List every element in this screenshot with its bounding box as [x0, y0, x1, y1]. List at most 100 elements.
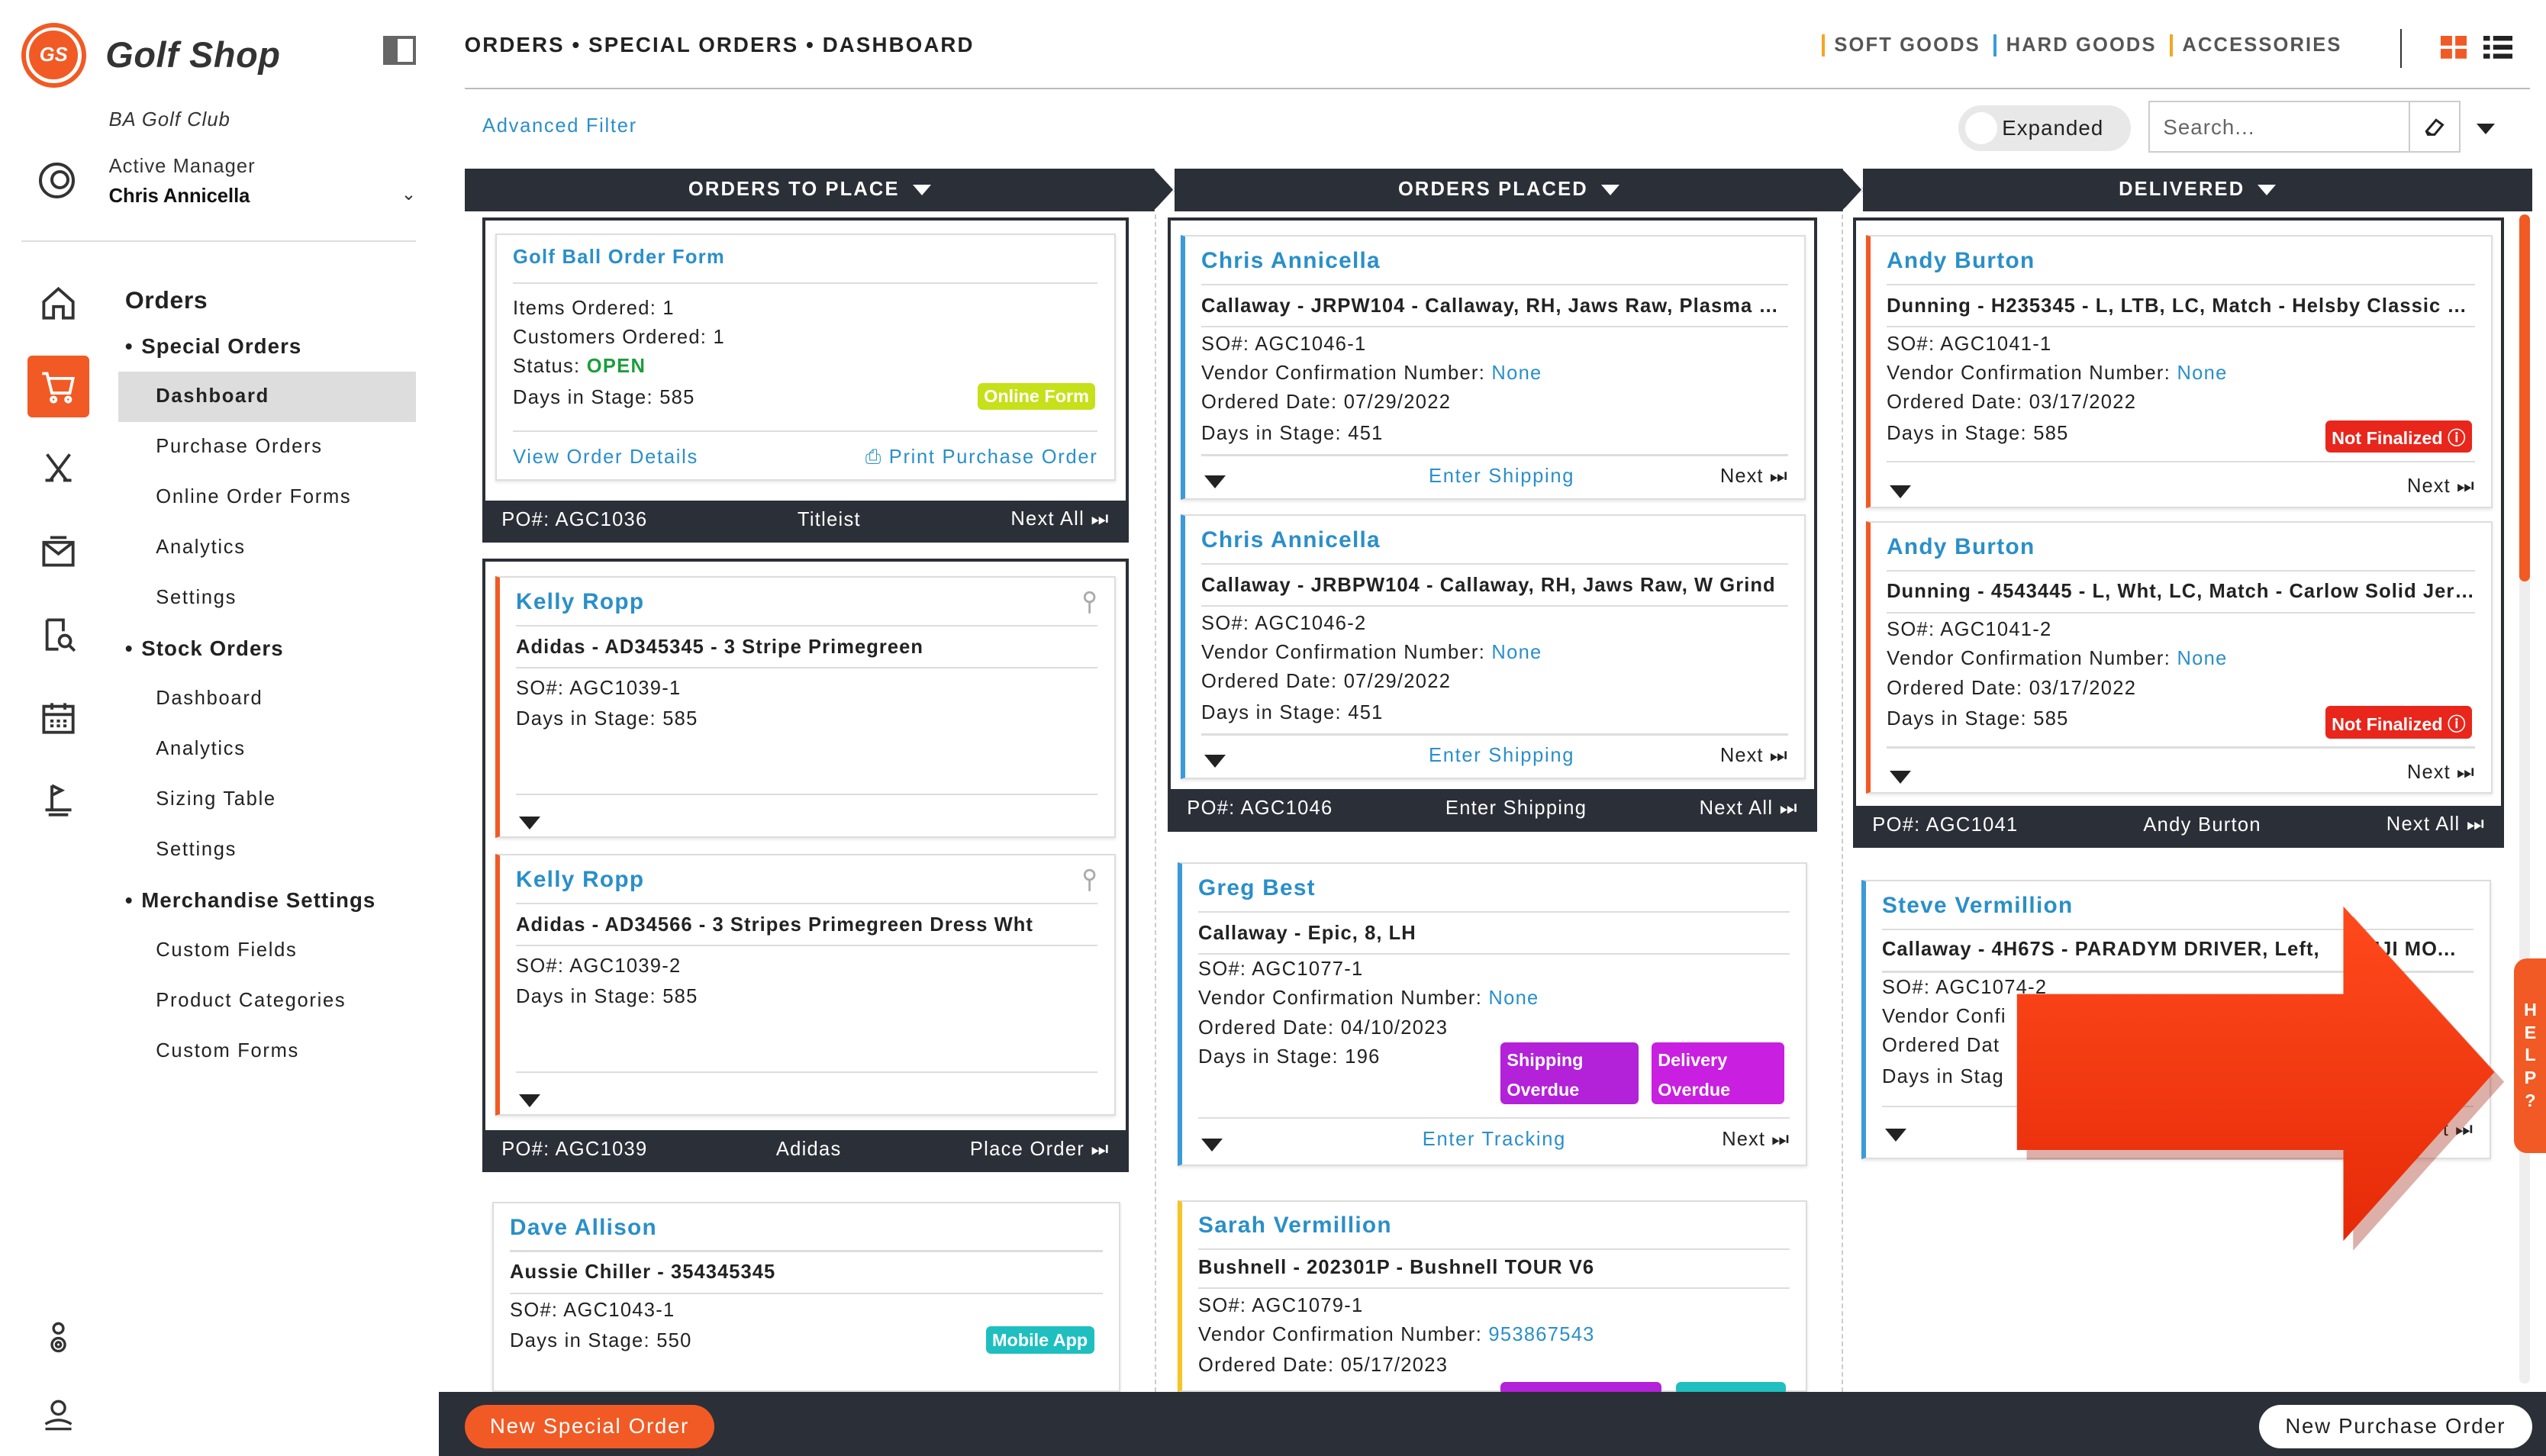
- vcn-value[interactable]: None: [1491, 362, 1542, 384]
- customer-name[interactable]: Chris Annicella: [1201, 527, 1381, 553]
- next-all-button[interactable]: Next All ⏭: [1700, 797, 1798, 820]
- help-tab[interactable]: H E L P ?: [2514, 958, 2546, 1153]
- order-card[interactable]: Andy Burton Dunning - H235345 - L, LTB, …: [1865, 235, 2493, 508]
- days-in-stage: Days in Stage: 550: [510, 1330, 692, 1352]
- nav-item-stock-analytics[interactable]: Analytics: [118, 724, 415, 775]
- vendor-confirmation: Vendor Confirmation Number: None: [1201, 359, 1542, 388]
- next-button[interactable]: Next ⏭: [1720, 465, 1788, 488]
- next-button[interactable]: Next ⏭: [1720, 745, 1788, 768]
- order-card[interactable]: Chris Annicella Callaway - JRBPW104 - Ca…: [1180, 514, 1806, 780]
- scrollbar-thumb[interactable]: [2519, 214, 2531, 581]
- grid-view-icon[interactable]: [2441, 35, 2467, 59]
- order-card[interactable]: Greg Best Callaway - Epic, 8, LH SO#: AG…: [1177, 862, 1808, 1166]
- nav-item-sizing-table[interactable]: Sizing Table: [118, 775, 415, 825]
- category-hard-goods[interactable]: HARD GOODS: [1993, 34, 2167, 56]
- next-button[interactable]: Next ⏭: [2407, 762, 2475, 784]
- expanded-toggle[interactable]: Expanded: [1958, 105, 2131, 151]
- column-header-orders-placed[interactable]: ORDERS PLACED: [1174, 169, 1844, 211]
- order-card[interactable]: Kelly Ropp Adidas - AD34566 - 3 Stripes …: [495, 854, 1116, 1116]
- expand-icon[interactable]: [1885, 1128, 1907, 1142]
- next-button[interactable]: Next ⏭: [1722, 1129, 1790, 1152]
- rail-clubs[interactable]: [27, 439, 89, 501]
- nav-item-special-settings[interactable]: Settings: [118, 573, 415, 623]
- customer-name[interactable]: Andy Burton: [1887, 248, 2035, 274]
- nav-item-stock-settings[interactable]: Settings: [118, 825, 415, 875]
- new-purchase-order-button[interactable]: New Purchase Order: [2259, 1404, 2532, 1449]
- expand-icon[interactable]: [1890, 771, 1912, 784]
- view-order-details-link[interactable]: View Order Details: [513, 446, 698, 469]
- next-all-button[interactable]: Next All ⏭: [1010, 508, 1109, 531]
- profile-icon[interactable]: [39, 1396, 78, 1435]
- rail-home[interactable]: [27, 273, 89, 335]
- enter-tracking-link[interactable]: Enter Tracking: [1423, 1129, 1566, 1151]
- nav-group-special-orders[interactable]: Special Orders: [118, 321, 415, 372]
- customer-name[interactable]: Kelly Ropp: [516, 867, 644, 893]
- settings-user-icon[interactable]: [39, 1319, 78, 1358]
- nav-item-product-categories[interactable]: Product Categories: [118, 976, 415, 1026]
- expand-icon[interactable]: [1204, 475, 1226, 489]
- pin-icon[interactable]: [1081, 868, 1097, 891]
- vcn-value[interactable]: None: [2177, 362, 2227, 384]
- customer-name[interactable]: Kelly Ropp: [516, 589, 644, 615]
- order-card[interactable]: Andy Burton Dunning - 4543445 - L, Wht, …: [1865, 520, 2493, 794]
- nav-item-special-analytics[interactable]: Analytics: [118, 523, 415, 573]
- customer-name[interactable]: Andy Burton: [1887, 534, 2035, 560]
- nav-group-merchandise-settings[interactable]: Merchandise Settings: [118, 875, 415, 926]
- next-button[interactable]: Next ⏭: [2407, 475, 2475, 498]
- nav-item-stock-dashboard[interactable]: Dashboard: [118, 674, 415, 724]
- expand-icon[interactable]: [1201, 1138, 1223, 1152]
- order-card[interactable]: Chris Annicella Callaway - JRPW104 - Cal…: [1180, 235, 1806, 501]
- club-name: BA Golf Club: [108, 108, 230, 130]
- order-card[interactable]: Kelly Ropp Adidas - AD345345 - 3 Stripe …: [495, 576, 1116, 838]
- enter-shipping-link[interactable]: Enter Shipping: [1429, 465, 1574, 488]
- pin-icon[interactable]: [1081, 591, 1097, 614]
- sidebar-collapse-icon[interactable]: [383, 35, 416, 66]
- column-header-delivered[interactable]: DELIVERED: [1862, 169, 2532, 211]
- search-dropdown-icon[interactable]: [2477, 123, 2496, 134]
- chevron-down-icon[interactable]: ⌄: [401, 183, 417, 205]
- vcn-value[interactable]: 953867543: [1488, 1324, 1594, 1345]
- rail-orders[interactable]: [27, 356, 90, 417]
- clear-search-button[interactable]: [2408, 100, 2461, 153]
- category-accessories[interactable]: ACCESSORIES: [2169, 34, 2352, 56]
- nav-item-online-order-forms[interactable]: Online Order Forms: [118, 472, 415, 523]
- order-card[interactable]: Sarah Vermillion Bushnell - 202301P - Bu…: [1177, 1200, 1808, 1395]
- expand-icon[interactable]: [1204, 755, 1226, 768]
- order-card[interactable]: Dave Allison Aussie Chiller - 354345345 …: [491, 1201, 1121, 1392]
- vcn-value[interactable]: None: [1491, 642, 1542, 663]
- customer-name[interactable]: Chris Annicella: [1201, 248, 1381, 274]
- logo[interactable]: GS Golf Shop: [21, 22, 281, 88]
- nav-item-purchase-orders[interactable]: Purchase Orders: [118, 422, 415, 472]
- enter-shipping-button[interactable]: Enter Shipping: [1445, 797, 1587, 820]
- rail-reports[interactable]: [27, 604, 89, 666]
- form-title[interactable]: Golf Ball Order Form: [513, 246, 725, 269]
- customer-name[interactable]: Dave Allison: [510, 1215, 657, 1241]
- new-special-order-button[interactable]: New Special Order: [464, 1404, 715, 1449]
- rail-mail[interactable]: [27, 521, 89, 583]
- customer-name[interactable]: Greg Best: [1198, 875, 1316, 901]
- place-order-button[interactable]: Place Order ⏭: [970, 1139, 1110, 1161]
- advanced-filter-link[interactable]: Advanced Filter: [482, 115, 637, 137]
- vcn-value[interactable]: None: [2177, 648, 2227, 669]
- nav-item-custom-fields[interactable]: Custom Fields: [118, 926, 415, 976]
- nav-item-special-dashboard[interactable]: Dashboard: [118, 372, 416, 423]
- rail-calendar[interactable]: [27, 687, 89, 749]
- rail-course[interactable]: [27, 770, 89, 832]
- expand-icon[interactable]: [519, 816, 541, 829]
- manager-name[interactable]: Chris Annicella: [109, 185, 250, 208]
- nav-group-stock-orders[interactable]: Stock Orders: [118, 623, 415, 674]
- delivery-overdue-badge: Delivery Overdue: [1651, 1042, 1785, 1104]
- print-purchase-order-link[interactable]: ⎙ Print Purchase Order: [865, 446, 1098, 469]
- customer-name[interactable]: Sarah Vermillion: [1198, 1213, 1392, 1239]
- next-all-button[interactable]: Next All ⏭: [2386, 813, 2485, 836]
- expand-icon[interactable]: [519, 1094, 541, 1107]
- nav-item-custom-forms[interactable]: Custom Forms: [118, 1026, 415, 1077]
- enter-shipping-link[interactable]: Enter Shipping: [1429, 745, 1574, 767]
- search-input[interactable]: Search...: [2148, 100, 2415, 153]
- category-soft-goods[interactable]: SOFT GOODS: [1821, 34, 1990, 56]
- column-header-orders-to-place[interactable]: ORDERS TO PLACE: [464, 169, 1155, 211]
- order-form-card[interactable]: Golf Ball Order Form Items Ordered: 1 Cu…: [495, 234, 1116, 481]
- list-view-icon[interactable]: [2483, 35, 2512, 59]
- vcn-value[interactable]: None: [1488, 987, 1539, 1009]
- expand-icon[interactable]: [1890, 485, 1912, 498]
